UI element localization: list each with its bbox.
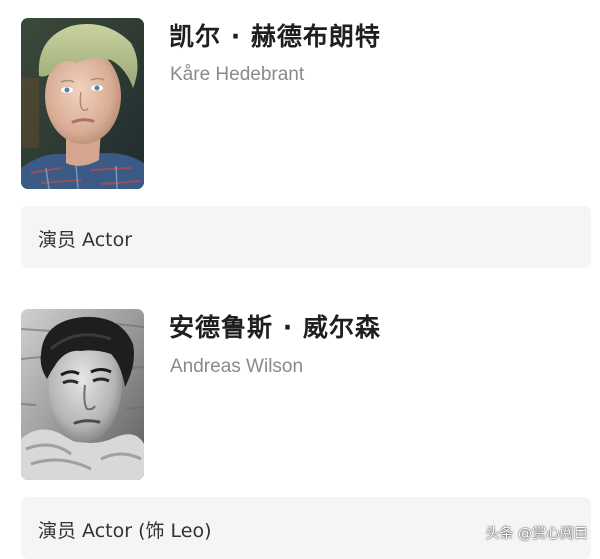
cast-entry[interactable]: 安德鲁斯 · 威尔森 Andreas Wilson 演员 Actor (饰 Le…	[0, 290, 600, 559]
actor-name-chinese: 凯尔 · 赫德布朗特	[169, 22, 381, 51]
actor-name-chinese: 安德鲁斯 · 威尔森	[169, 313, 381, 342]
actor-photo[interactable]	[21, 309, 144, 480]
actor-name-english: Kåre Hedebrant	[170, 64, 305, 85]
actor-photo[interactable]	[21, 18, 144, 189]
source-watermark: 头条 @赏心阅目	[485, 526, 588, 542]
actor-role: 演员 Actor (饰 Leo)	[38, 520, 212, 542]
actor-role-bar: 演员 Actor	[21, 206, 591, 268]
actor-role: 演员 Actor	[38, 229, 133, 251]
cast-entry[interactable]: 凯尔 · 赫德布朗特 Kåre Hedebrant 演员 Actor	[0, 0, 600, 270]
actor-name-english: Andreas Wilson	[170, 356, 304, 377]
